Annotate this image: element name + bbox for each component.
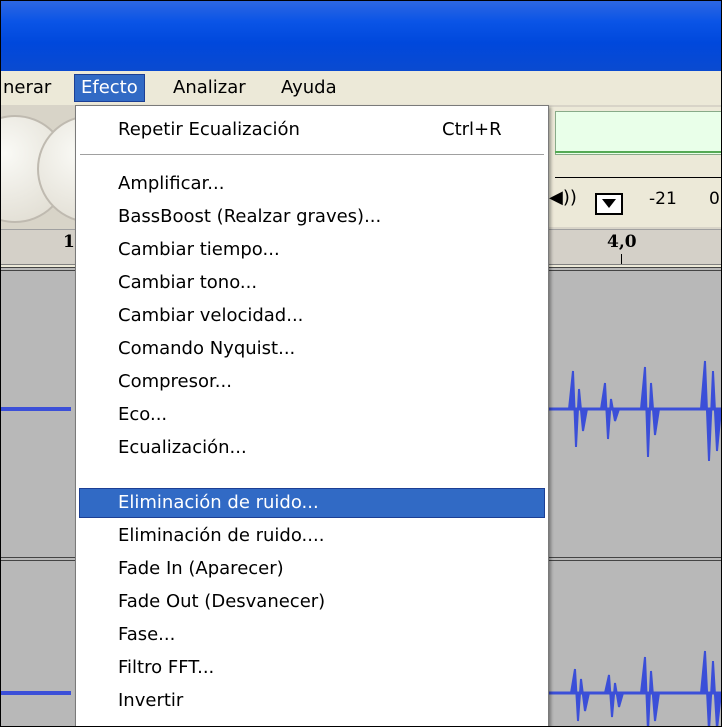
menu-item-eliminacion-de-ruido[interactable]: Eliminación de ruido... bbox=[79, 488, 545, 518]
menu-item-eliminacion-de-ruido-2[interactable]: Eliminación de ruido.... bbox=[80, 522, 544, 550]
menu-item-label: Compresor... bbox=[118, 371, 232, 392]
menu-item-bassboost[interactable]: BassBoost (Realzar graves)... bbox=[80, 203, 544, 231]
menu-item-label: Eco... bbox=[118, 404, 168, 425]
meter-dropdown-button[interactable] bbox=[595, 193, 623, 215]
menu-item-label: Eliminación de ruido... bbox=[118, 492, 319, 513]
meter-divider bbox=[555, 151, 721, 153]
menu-item-label: Filtro FFT... bbox=[118, 657, 215, 678]
speaker-icon[interactable]: ◀)) bbox=[549, 187, 577, 208]
menu-item-cambiar-velocidad[interactable]: Cambiar velocidad... bbox=[80, 302, 544, 330]
menu-item-amplificar[interactable]: Amplificar... bbox=[80, 170, 544, 198]
menu-separator bbox=[80, 154, 544, 156]
ruler-label: 1 bbox=[63, 232, 75, 252]
title-bar bbox=[1, 1, 721, 71]
level-meter bbox=[555, 111, 721, 155]
menu-item-filtro-fft[interactable]: Filtro FFT... bbox=[80, 654, 544, 682]
meter-scale bbox=[555, 177, 721, 184]
menu-analizar[interactable]: Analizar bbox=[167, 75, 252, 101]
menu-item-label: Cambiar tiempo... bbox=[118, 239, 280, 260]
menu-item-label: Fade Out (Desvanecer) bbox=[118, 591, 326, 612]
menu-efecto[interactable]: Efecto bbox=[74, 74, 145, 102]
menu-generar[interactable]: nerar bbox=[1, 75, 57, 101]
menu-item-label: BassBoost (Realzar graves)... bbox=[118, 206, 382, 227]
menu-item-fase[interactable]: Fase... bbox=[80, 621, 544, 649]
effect-menu-dropdown: Repetir Ecualización Ctrl+R Amplificar..… bbox=[75, 105, 549, 726]
menu-item-cambiar-tono[interactable]: Cambiar tono... bbox=[80, 269, 544, 297]
menu-bar: nerar Efecto Analizar Ayuda bbox=[1, 71, 721, 106]
menu-item-label: Cambiar velocidad... bbox=[118, 305, 304, 326]
menu-item-ecualizacion[interactable]: Ecualización... bbox=[80, 434, 544, 462]
app-window: nerar Efecto Analizar Ayuda ◀)) -21 0 1 … bbox=[0, 0, 722, 727]
menu-item-repetir-ecualizacion[interactable]: Repetir Ecualización Ctrl+R bbox=[80, 116, 544, 144]
menu-item-label: Comando Nyquist... bbox=[118, 338, 296, 359]
ruler-tick bbox=[621, 254, 622, 264]
ruler-label: 4,0 bbox=[607, 232, 637, 252]
menu-item-shortcut: Ctrl+R bbox=[442, 119, 502, 140]
menu-item-compresor[interactable]: Compresor... bbox=[80, 368, 544, 396]
meter-value-label: 0 bbox=[709, 189, 720, 209]
menu-item-label: Fase... bbox=[118, 624, 176, 645]
menu-item-eco[interactable]: Eco... bbox=[80, 401, 544, 429]
menu-item-fade-out[interactable]: Fade Out (Desvanecer) bbox=[80, 588, 544, 616]
menu-item-fade-in[interactable]: Fade In (Aparecer) bbox=[80, 555, 544, 583]
menu-item-label: Invertir bbox=[118, 690, 184, 711]
menu-item-cambiar-tiempo[interactable]: Cambiar tiempo... bbox=[80, 236, 544, 264]
menu-item-label: Fade In (Aparecer) bbox=[118, 558, 284, 579]
meter-value-label: -21 bbox=[649, 189, 677, 209]
menu-item-label: Repetir Ecualización bbox=[118, 119, 300, 140]
menu-item-label: Cambiar tono... bbox=[118, 272, 258, 293]
menu-item-label: Eliminación de ruido.... bbox=[118, 525, 325, 546]
menu-item-label: Ecualización... bbox=[118, 437, 247, 458]
menu-item-invertir[interactable]: Invertir bbox=[80, 687, 544, 715]
menu-item-comando-nyquist[interactable]: Comando Nyquist... bbox=[80, 335, 544, 363]
menu-ayuda[interactable]: Ayuda bbox=[275, 75, 343, 101]
menu-item-label: Amplificar... bbox=[118, 173, 225, 194]
